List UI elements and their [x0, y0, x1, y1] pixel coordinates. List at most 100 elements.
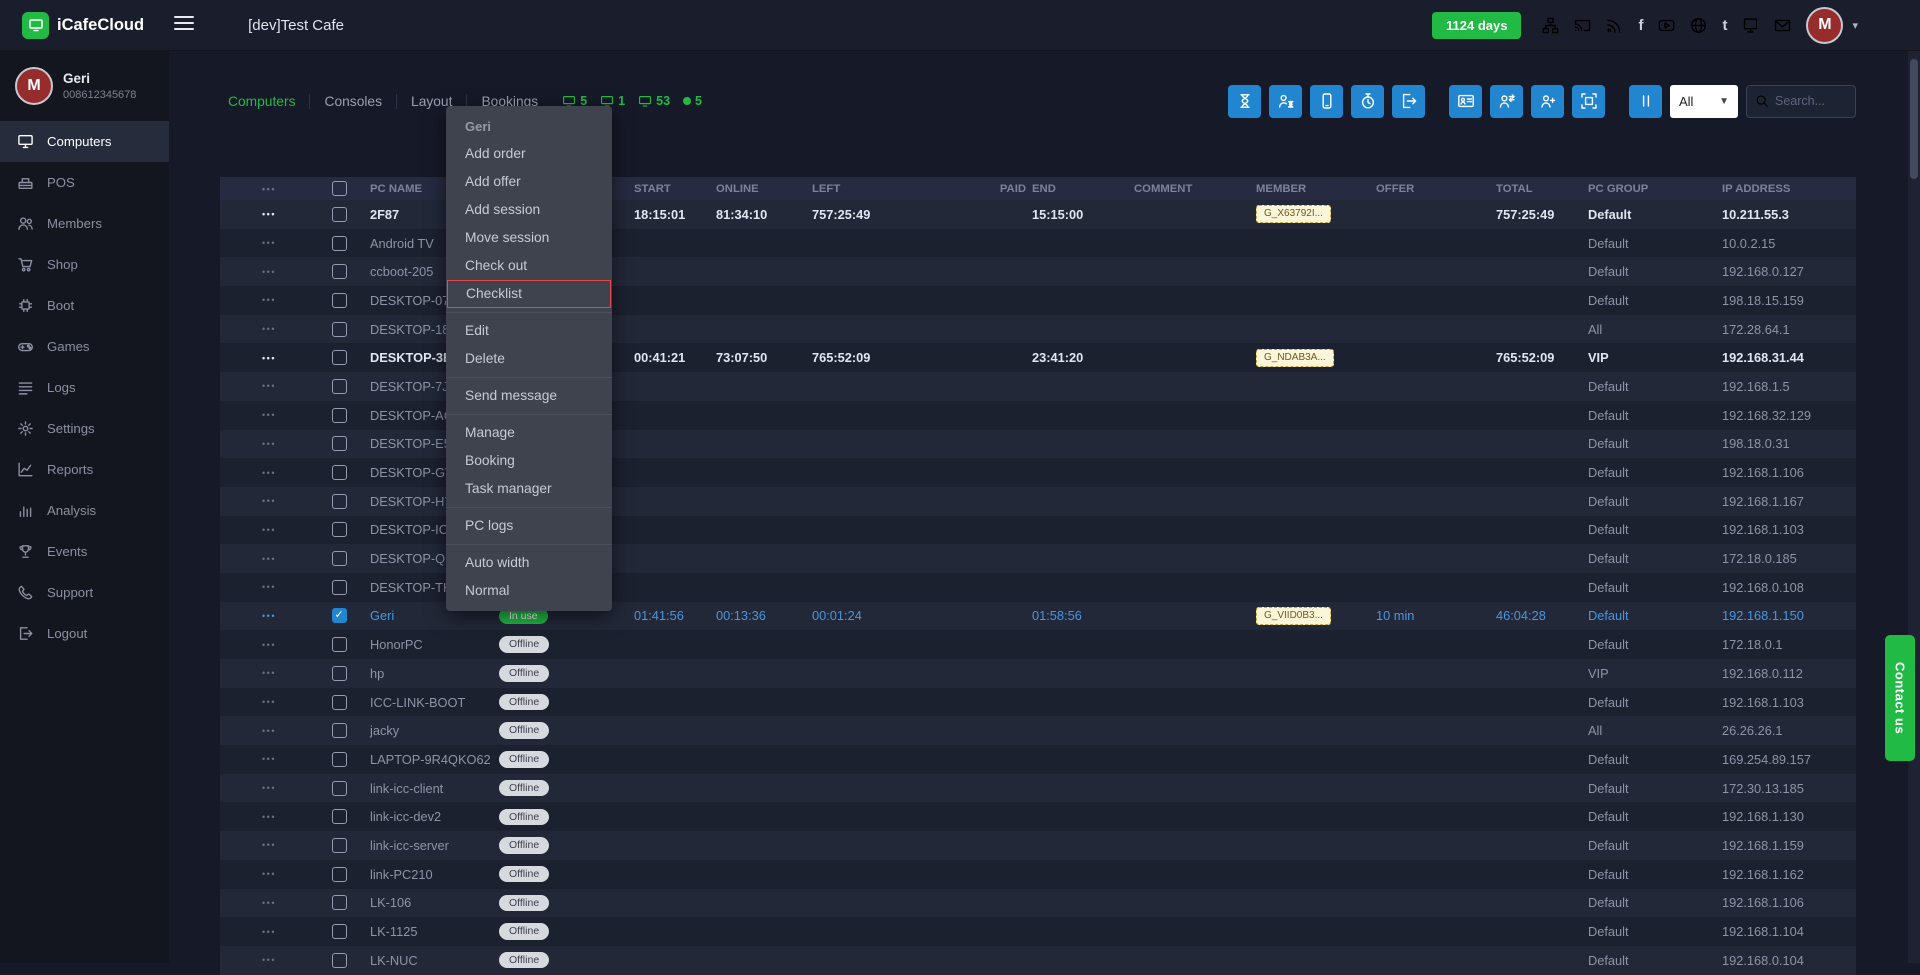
row-menu-button[interactable]: ••• [220, 802, 318, 831]
facebook-icon[interactable]: f [1638, 18, 1643, 33]
contact-us-button[interactable]: Contact us [1885, 635, 1915, 761]
menu-item-delete[interactable]: Delete [446, 345, 612, 373]
row-checkbox[interactable] [332, 723, 347, 738]
row-checkbox[interactable] [332, 695, 347, 710]
menu-item-auto-width[interactable]: Auto width [446, 549, 612, 577]
row-menu-button[interactable]: ••• [220, 630, 318, 659]
menu-item-add-order[interactable]: Add order [446, 140, 612, 168]
menu-item-checklist[interactable]: Checklist [447, 280, 611, 308]
header-online[interactable]: ONLINE [712, 177, 808, 200]
row-checkbox[interactable] [332, 637, 347, 652]
row-menu-button[interactable]: ••• [220, 889, 318, 918]
row-checkbox[interactable] [332, 408, 347, 423]
ellipsis-icon[interactable]: ••• [262, 184, 276, 194]
row-menu-button[interactable]: ••• [220, 659, 318, 688]
row-menu-button[interactable]: ••• [220, 831, 318, 860]
row-checkbox[interactable] [332, 953, 347, 968]
menu-item-task-manager[interactable]: Task manager [446, 475, 612, 503]
mobile-button[interactable] [1310, 85, 1343, 118]
header-end[interactable]: END [1028, 177, 1130, 200]
pause-button[interactable] [1629, 85, 1662, 118]
row-menu-button[interactable]: ••• [220, 430, 318, 459]
rss-icon[interactable] [1606, 17, 1623, 34]
row-menu-button[interactable]: ••• [220, 946, 318, 975]
user-hourglass-button[interactable] [1269, 85, 1302, 118]
sidebar-item-support[interactable]: Support [0, 572, 169, 613]
row-checkbox[interactable] [332, 350, 347, 365]
menu-item-add-session[interactable]: Add session [446, 196, 612, 224]
menu-item-add-offer[interactable]: Add offer [446, 168, 612, 196]
header-paid[interactable]: PAID [990, 177, 1028, 200]
sidebar-item-analysis[interactable]: Analysis [0, 490, 169, 531]
row-checkbox[interactable] [332, 895, 347, 910]
id-card-button[interactable] [1449, 85, 1482, 118]
row-menu-button[interactable]: ••• [220, 229, 318, 258]
row-checkbox[interactable] [332, 379, 347, 394]
scrollbar-thumb[interactable] [1910, 59, 1918, 179]
tab-consoles[interactable]: Consoles [310, 94, 397, 109]
tumblr-icon[interactable]: t [1722, 18, 1727, 33]
table-row[interactable]: ••• hp Offline VIP 192.168.0.112 [220, 659, 1856, 688]
row-menu-button[interactable]: ••• [220, 917, 318, 946]
member-badge[interactable]: G_X63792I... [1256, 205, 1331, 223]
sidebar-item-shop[interactable]: Shop [0, 244, 169, 285]
table-row[interactable]: ••• HonorPC Offline Default 172.18.0.1 [220, 630, 1856, 659]
row-menu-button[interactable]: ••• [220, 573, 318, 602]
hourglass-button[interactable] [1228, 85, 1261, 118]
mail-icon[interactable] [1774, 17, 1791, 34]
presentation-icon[interactable] [1742, 17, 1759, 34]
chevron-down-icon[interactable]: ▾ [1852, 19, 1858, 32]
row-checkbox[interactable] [332, 522, 347, 537]
row-menu-button[interactable]: ••• [220, 688, 318, 717]
header-offer[interactable]: OFFER [1372, 177, 1492, 200]
header-total[interactable]: TOTAL [1492, 177, 1584, 200]
user-arrows-button[interactable] [1490, 85, 1523, 118]
group-filter-select[interactable]: All ▼ [1670, 85, 1738, 118]
sidebar-item-computers[interactable]: Computers [0, 121, 169, 162]
header-left[interactable]: LEFT [808, 177, 990, 200]
member-badge[interactable]: G_VIID0B3... [1256, 607, 1331, 625]
globe-icon[interactable] [1690, 17, 1707, 34]
table-row[interactable]: ••• LK-NUC Offline Default 192.168.0.104 [220, 946, 1856, 975]
row-menu-button[interactable]: ••• [220, 200, 318, 229]
menu-item-manage[interactable]: Manage [446, 419, 612, 447]
search-input[interactable] [1775, 94, 1847, 108]
table-row[interactable]: ••• LK-106 Offline Default 192.168.1.106 [220, 889, 1856, 918]
row-menu-button[interactable]: ••• [220, 544, 318, 573]
row-checkbox[interactable] [332, 465, 347, 480]
sidebar-item-reports[interactable]: Reports [0, 449, 169, 490]
row-checkbox[interactable] [332, 436, 347, 451]
header-ip-address[interactable]: IP ADDRESS [1718, 177, 1856, 200]
row-menu-button[interactable]: ••• [220, 401, 318, 430]
table-row[interactable]: ••• ICC-LINK-BOOT Offline Default 192.16… [220, 688, 1856, 717]
menu-item-normal[interactable]: Normal [446, 577, 612, 605]
menu-item-pc-logs[interactable]: PC logs [446, 512, 612, 540]
table-row[interactable]: ••• jacky Offline All 26.26.26.1 [220, 716, 1856, 745]
row-menu-button[interactable]: ••• [220, 343, 318, 372]
table-row[interactable]: ••• link-icc-server Offline Default 192.… [220, 831, 1856, 860]
table-row[interactable]: ••• link-icc-client Offline Default 172.… [220, 774, 1856, 803]
row-checkbox[interactable] [332, 264, 347, 279]
youtube-icon[interactable] [1658, 17, 1675, 34]
row-menu-button[interactable]: ••• [220, 516, 318, 545]
row-checkbox[interactable] [332, 752, 347, 767]
row-checkbox[interactable] [332, 207, 347, 222]
row-menu-button[interactable]: ••• [220, 602, 318, 631]
menu-toggle-icon[interactable] [174, 16, 194, 35]
sidebar-item-logs[interactable]: Logs [0, 367, 169, 408]
row-checkbox[interactable] [332, 608, 347, 623]
qr-scan-button[interactable] [1572, 85, 1605, 118]
row-checkbox[interactable] [332, 236, 347, 251]
row-menu-button[interactable]: ••• [220, 716, 318, 745]
header-pc-group[interactable]: PC GROUP [1584, 177, 1718, 200]
row-menu-button[interactable]: ••• [220, 315, 318, 344]
row-checkbox[interactable] [332, 322, 347, 337]
row-menu-button[interactable]: ••• [220, 372, 318, 401]
table-row[interactable]: ••• LAPTOP-9R4QKO62 Offline Default 169.… [220, 745, 1856, 774]
row-checkbox[interactable] [332, 494, 347, 509]
menu-item-booking[interactable]: Booking [446, 447, 612, 475]
select-all-checkbox[interactable] [332, 181, 347, 196]
user-plus-button[interactable] [1531, 85, 1564, 118]
row-checkbox[interactable] [332, 781, 347, 796]
sign-out-button[interactable] [1392, 85, 1425, 118]
